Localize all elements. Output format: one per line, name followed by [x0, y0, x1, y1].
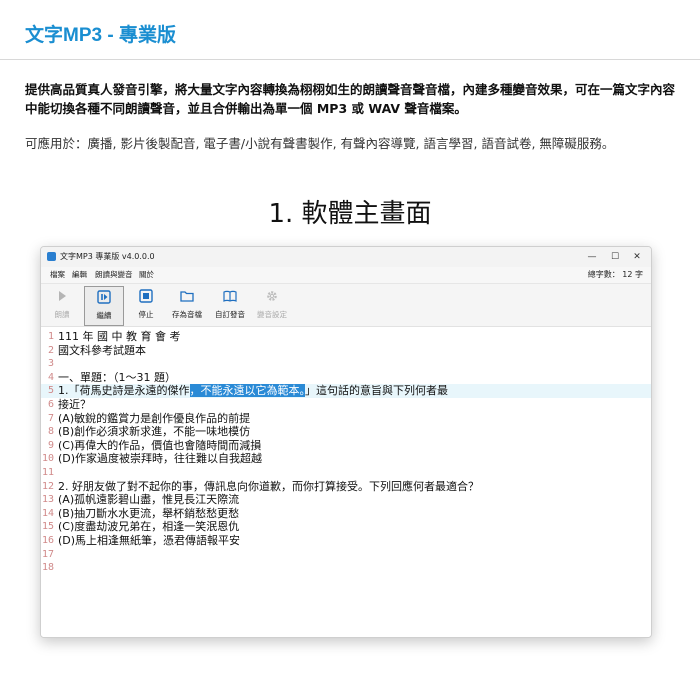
voice-settings-button[interactable]: 變音設定: [253, 286, 291, 326]
line-number: 5: [47, 385, 54, 397]
line-number: 1: [47, 331, 54, 342]
editor-line[interactable]: 15 (C)度盡劫波兄弟在，相逢一笑泯恩仇: [41, 520, 651, 534]
line-text: (B)抽刀斷水水更流，舉杯銷愁愁更愁: [58, 506, 240, 520]
resume-icon: [97, 290, 111, 304]
stop-icon: [139, 289, 153, 303]
line-number: 7: [47, 412, 54, 424]
menu-about[interactable]: 關於: [139, 269, 154, 280]
app-icon: [47, 252, 56, 261]
book-icon: [223, 290, 237, 302]
line-number: 16: [41, 535, 54, 546]
line-number: 6: [47, 399, 54, 410]
play-icon: [59, 291, 66, 301]
line-number: 9: [47, 439, 54, 451]
title-bar: 文字MP3 專業版 v4.0.0.0 — ☐ ✕: [41, 247, 651, 267]
line-text: 1.「荷馬史詩是永遠的傑作，不能永遠以它為範本。」這句話的意旨與下列何者最: [58, 384, 448, 398]
line-number: 13: [41, 494, 54, 506]
editor-line[interactable]: 8 (B)創作必須求新求進，不能一味地模仿: [41, 425, 651, 439]
line-number: 17: [41, 548, 54, 560]
usage-paragraph: 可應用於：廣播, 影片後製配音, 電子書/小說有聲書製作, 有聲內容導覽, 語言…: [25, 136, 615, 151]
editor-line[interactable]: 11: [41, 466, 651, 480]
minimize-button[interactable]: —: [583, 249, 601, 265]
editor-line[interactable]: 12 2. 好朋友做了對不起你的事，傳訊息向你道歉，而你打算接受。下列回應何者最適…: [41, 480, 651, 494]
editor-line[interactable]: 13 (A)孤帆遠影碧山盡，惟見長江天際流: [41, 493, 651, 507]
line-text-after-selection: 」這句話的意旨與下列何者最: [305, 384, 448, 398]
editor-line[interactable]: 6 接近？: [41, 398, 651, 412]
line-text: (C)度盡劫波兄弟在，相逢一笑泯恩仇: [58, 520, 240, 534]
intro-paragraph: 提供高品質真人發音引擎，將大量文字內容轉換為栩栩如生的朗讀聲音聲音檔，內建多種變…: [25, 82, 676, 116]
editor-line[interactable]: 4 一、單題：（1～31 題）: [41, 371, 651, 385]
editor-line[interactable]: 2 國文科參考試題本: [41, 344, 651, 358]
page-title: 文字MP3 - 專業版: [25, 25, 176, 46]
app-window: 文字MP3 專業版 v4.0.0.0 — ☐ ✕ 檔案 編輯 朗讀與變音 關於 …: [40, 246, 652, 638]
line-text: (D)作家過度被崇拜時，往往難以自我超越: [58, 452, 263, 466]
line-number: 3: [47, 358, 54, 370]
stop-button[interactable]: 停止: [131, 286, 161, 326]
line-text-before-selection: 1.「荷馬史詩是永遠的傑作: [58, 384, 190, 398]
menu-edit[interactable]: 編輯: [72, 269, 87, 280]
menu-read-voice[interactable]: 朗讀與變音: [95, 269, 133, 280]
editor-line[interactable]: 16 (D)馬上相逢無紙筆，憑君傳語報平安: [41, 534, 651, 548]
selected-text[interactable]: ，不能永遠以它為範本。: [189, 384, 305, 398]
word-count: 總字數： 12 字: [587, 270, 643, 279]
line-text: (B)創作必須求新求進，不能一味地模仿: [58, 425, 251, 439]
line-number: 4: [47, 371, 54, 383]
page-header: 文字MP3 - 專業版: [0, 0, 700, 60]
editor-line[interactable]: 17: [41, 548, 651, 562]
resume-button[interactable]: 繼續: [84, 286, 124, 326]
maximize-button[interactable]: ☐: [606, 249, 624, 265]
line-text: 接近？: [58, 398, 91, 411]
line-number: 11: [41, 467, 54, 478]
editor-line[interactable]: 7 (A)敏銳的鑑賞力是創作優良作品的前提: [41, 412, 651, 426]
editor-line[interactable]: 14 (B)抽刀斷水水更流，舉杯銷愁愁更愁: [41, 507, 651, 521]
line-number: 15: [41, 521, 54, 533]
section-title: 1. 軟體主畫面: [268, 199, 432, 229]
save-audio-button[interactable]: 存為音檔: [167, 286, 207, 326]
custom-pronunciation-button[interactable]: 自訂發音: [211, 286, 249, 326]
line-text: 2. 好朋友做了對不起你的事，傳訊息向你道歉，而你打算接受。下列回應何者最適合？: [58, 479, 479, 493]
line-text: (A)敏銳的鑑賞力是創作優良作品的前提: [58, 411, 251, 425]
editor-line[interactable]: 18: [41, 561, 651, 575]
line-text: 一、單題：（1～31 題）: [58, 370, 176, 384]
read-button[interactable]: 朗讀: [47, 286, 77, 326]
line-text: (A)孤帆遠影碧山盡，惟見長江天際流: [58, 493, 240, 507]
window-title: 文字MP3 專業版 v4.0.0.0: [60, 252, 155, 261]
line-number: 2: [47, 344, 54, 356]
line-number: 18: [41, 562, 54, 574]
menu-bar: 檔案 編輯 朗讀與變音 關於 總字數： 12 字: [41, 267, 651, 283]
line-number: 12: [41, 480, 54, 492]
editor-line[interactable]: 3: [41, 357, 651, 371]
text-editor[interactable]: 1 111 年 國 中 教 育 會 考 2 國文科參考試題本 3 4 一、單題：（1～31 …: [41, 328, 651, 637]
gear-icon: [267, 291, 277, 301]
editor-line[interactable]: 1 111 年 國 中 教 育 會 考: [41, 330, 651, 344]
line-number: 14: [41, 507, 54, 519]
menu-file[interactable]: 檔案: [50, 269, 65, 280]
line-text: 國文科參考試題本: [58, 343, 146, 357]
close-button[interactable]: ✕: [628, 249, 646, 265]
line-number: 10: [41, 453, 54, 465]
editor-line[interactable]: 10 (D)作家過度被崇拜時，往往難以自我超越: [41, 452, 651, 466]
line-text: (C)再偉大的作品，價值也會隨時間而減損: [58, 438, 262, 452]
toolbar: 朗讀 繼續 停止 存為音檔 自訂發音 變音設定: [41, 283, 651, 327]
line-text: (D)馬上相逢無紙筆，憑君傳語報平安: [58, 534, 241, 547]
line-text: 111 年 國 中 教 育 會 考: [58, 330, 181, 343]
editor-line[interactable]: 5 1.「荷馬史詩是永遠的傑作，不能永遠以它為範本。」這句話的意旨與下列何者最: [41, 384, 651, 398]
line-number: 8: [47, 426, 54, 438]
folder-icon: [180, 291, 194, 302]
editor-line[interactable]: 9 (C)再偉大的作品，價值也會隨時間而減損: [41, 439, 651, 453]
